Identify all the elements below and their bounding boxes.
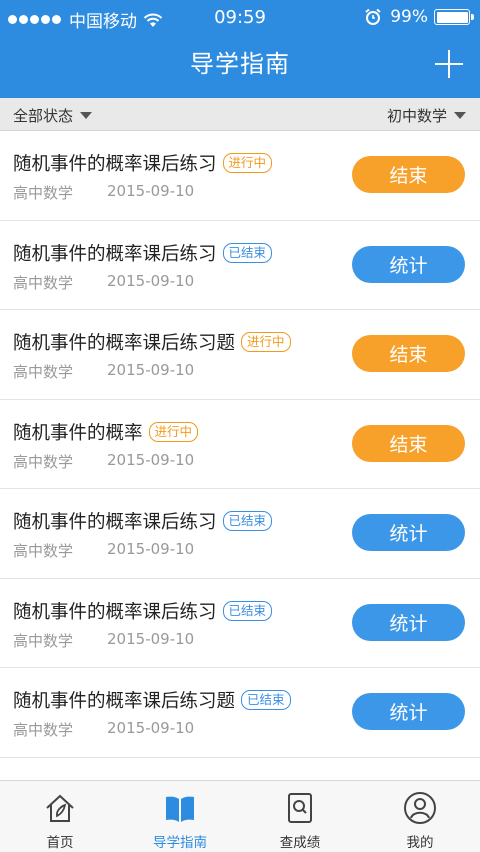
item-meta: 高中数学 2015-09-10 (13, 272, 194, 293)
subject-filter-label: 初中数学 (386, 107, 447, 125)
item-date: 2015-09-10 (107, 629, 195, 648)
tab-bar: 首页 导学指南 查成绩 我的 (0, 780, 480, 852)
item-title: 随机事件的概率课后练习 (13, 512, 217, 533)
item-subject: 高中数学 (13, 721, 74, 739)
alarm-icon (365, 8, 381, 25)
list-item[interactable]: 随机事件的概率课后练习 进行中高中数学 2015-09-10 结束 (0, 131, 480, 221)
status-badge: 已结束 (222, 511, 273, 531)
tab-label: 首页 (46, 835, 74, 851)
tab-home[interactable]: 首页 (0, 781, 120, 852)
list-item[interactable]: 随机事件的概率课后练习题 已结束高中数学 2015-09-10 统计 (0, 668, 480, 758)
status-badge: 已结束 (222, 242, 273, 263)
search-document-icon (283, 791, 317, 825)
status-badge: 进行中 (148, 421, 199, 442)
item-subject: 高中数学 (13, 631, 74, 650)
stats-button[interactable]: 统计 (352, 514, 465, 551)
status-bar: 中国移动 09:59 99% (0, 0, 480, 36)
stats-button[interactable]: 统计 (352, 603, 465, 641)
status-right: 99% (364, 7, 474, 27)
item-title: 随机事件的概率课后练习题 (13, 333, 236, 354)
stats-button[interactable]: 统计 (352, 245, 465, 283)
item-date: 2015-09-10 (107, 271, 195, 290)
stats-button[interactable]: 统计 (352, 693, 465, 730)
list-item[interactable]: 随机事件的概率课后练习题 进行中高中数学 2015-09-10 结束 (0, 310, 480, 400)
item-title-line: 随机事件的概率课后练习题 进行中 (13, 329, 291, 355)
item-title: 随机事件的概率课后练习 (13, 243, 217, 265)
item-date: 2015-09-10 (107, 182, 195, 200)
home-icon (43, 791, 77, 825)
status-badge: 已结束 (222, 600, 273, 621)
tab-book[interactable]: 导学指南 (120, 781, 240, 852)
tab-user[interactable]: 我的 (360, 781, 480, 852)
guide-list: 随机事件的概率课后练习 进行中 高中数学 2015-09-10 结束 随机事件的概率课后练… (0, 131, 480, 758)
subject-filter-dropdown[interactable]: 初中数学 (387, 105, 466, 126)
caret-down-icon (454, 112, 466, 119)
item-meta: 高中数学 2015-09-10 (13, 182, 194, 203)
item-subject: 高中数学 (13, 542, 74, 560)
tab-label: 查成绩 (279, 835, 321, 851)
item-meta: 高中数学 2015-09-10 (13, 719, 194, 740)
item-meta: 高中数学 2015-09-10 (13, 451, 194, 472)
item-title-line: 随机事件的概率课后练习 已结束 (13, 598, 273, 624)
header: 中国移动 09:59 99% 导学指南 (0, 0, 480, 98)
status-filter-dropdown[interactable]: 全部状态 (13, 105, 93, 126)
page-title: 导学指南 (190, 50, 290, 78)
item-subject: 高中数学 (13, 452, 74, 471)
item-date: 2015-09-10 (107, 719, 195, 737)
caret-down-icon (80, 112, 93, 119)
filter-bar: 全部状态 初中数学 (0, 98, 480, 131)
list-item[interactable]: 随机事件的概率课后练习 已结束高中数学 2015-09-10 统计 (0, 221, 480, 310)
item-title: 随机事件的概率 (13, 422, 143, 444)
status-badge: 已结束 (241, 690, 291, 710)
list-item[interactable]: 随机事件的概率课后练习 已结束高中数学 2015-09-10 统计 (0, 579, 480, 668)
item-date: 2015-09-10 (107, 361, 195, 379)
tab-search-document[interactable]: 查成绩 (240, 781, 360, 852)
battery-icon (434, 9, 474, 25)
status-badge: 进行中 (222, 153, 273, 173)
list-item[interactable]: 随机事件的概率课后练习 已结束高中数学 2015-09-10 统计 (0, 489, 480, 579)
tab-label: 我的 (406, 835, 434, 851)
item-title-line: 随机事件的概率课后练习 已结束 (13, 240, 273, 266)
end-button[interactable]: 结束 (352, 335, 465, 372)
item-title: 随机事件的概率课后练习 (13, 154, 217, 175)
book-icon (163, 791, 197, 825)
item-title-line: 随机事件的概率课后练习 已结束 (13, 508, 273, 534)
item-title: 随机事件的概率课后练习 (13, 601, 217, 623)
item-meta: 高中数学 2015-09-10 (13, 540, 194, 561)
tab-label: 导学指南 (153, 835, 207, 851)
item-meta: 高中数学 2015-09-10 (13, 630, 194, 651)
item-subject: 高中数学 (13, 363, 74, 381)
list-item[interactable]: 随机事件的概率 进行中高中数学 2015-09-10 结束 (0, 400, 480, 489)
item-subject: 高中数学 (13, 184, 74, 202)
item-meta: 高中数学 2015-09-10 (13, 361, 194, 382)
add-button[interactable] (434, 48, 464, 78)
end-button[interactable]: 结束 (352, 424, 465, 462)
user-icon (403, 791, 437, 825)
battery-percent: 99% (390, 7, 428, 27)
status-filter-label: 全部状态 (13, 107, 74, 125)
item-date: 2015-09-10 (107, 450, 195, 469)
item-date: 2015-09-10 (107, 540, 195, 558)
item-title-line: 随机事件的概率 进行中 (13, 419, 199, 445)
item-title-line: 随机事件的概率课后练习题 已结束 (13, 687, 291, 713)
item-title-line: 随机事件的概率课后练习 进行中 (13, 150, 273, 176)
end-button[interactable]: 结束 (352, 156, 465, 193)
item-subject: 高中数学 (13, 273, 74, 292)
item-title: 随机事件的概率课后练习题 (13, 691, 236, 712)
status-badge: 进行中 (241, 332, 291, 352)
